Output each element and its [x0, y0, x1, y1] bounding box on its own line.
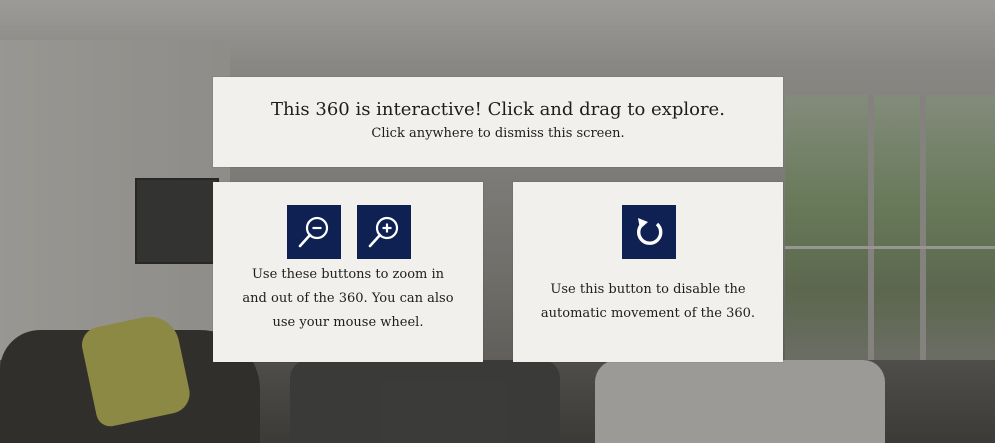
intro-subtitle: Click anywhere to dismiss this screen.: [371, 126, 625, 141]
rotate-help-text: Use this button to disable the automatic…: [513, 278, 783, 326]
rotate-help-line: automatic movement of the 360.: [540, 306, 756, 321]
auto-rotate-button[interactable]: [622, 205, 676, 259]
zoom-help-line: use your mouse wheel.: [272, 315, 424, 330]
zoom-help-text: Use these buttons to zoom in and out of …: [213, 263, 483, 335]
rotate-help-line: Use this button to disable the: [550, 282, 746, 297]
zoom-in-icon: [368, 216, 399, 248]
zoom-help-line: and out of the 360. You can also: [242, 291, 454, 306]
zoom-in-button[interactable]: [357, 205, 411, 259]
intro-title: This 360 is interactive! Click and drag …: [271, 99, 725, 120]
zoom-help-line: Use these buttons to zoom in: [251, 267, 445, 282]
zoom-help-panel: Use these buttons to zoom in and out of …: [213, 182, 483, 362]
rotate-help-panel: Use this button to disable the automatic…: [513, 182, 783, 362]
zoom-out-button[interactable]: [287, 205, 341, 259]
panorama-background[interactable]: [0, 0, 995, 443]
zoom-out-icon: [298, 216, 329, 248]
overlay-dim[interactable]: [0, 0, 995, 443]
intro-panel[interactable]: This 360 is interactive! Click and drag …: [213, 77, 783, 167]
rotate-icon: [637, 218, 663, 245]
